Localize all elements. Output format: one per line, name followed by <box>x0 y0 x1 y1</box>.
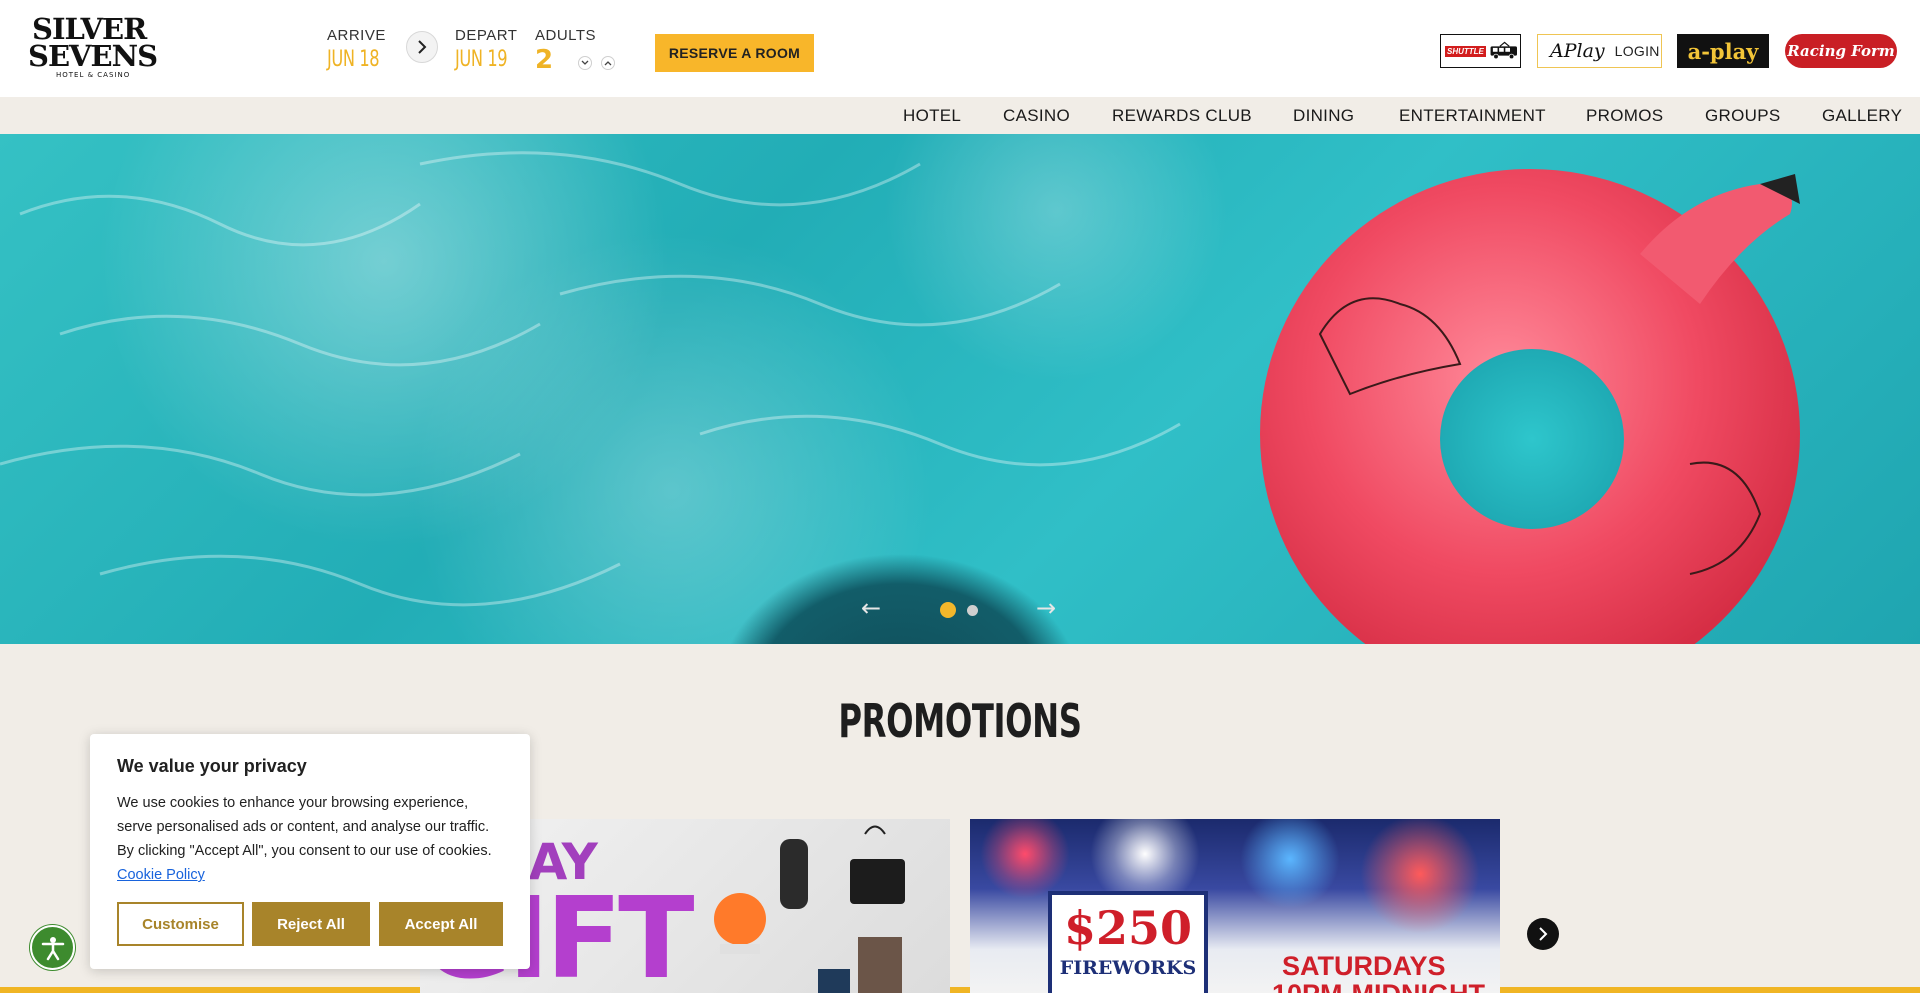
adults-label: ADULTS <box>535 27 597 44</box>
cookie-title: We value your privacy <box>117 756 307 776</box>
cookie-body: We use cookies to enhance your browsing … <box>117 791 507 887</box>
accessibility-button[interactable] <box>30 925 75 970</box>
nav-groups[interactable]: GROUPS <box>1705 106 1780 126</box>
fireworks-price-panel: $250 FIREWORKS <box>1048 891 1208 993</box>
reserve-room-button[interactable]: RESERVE A ROOM <box>655 34 814 72</box>
depart-date[interactable]: JUN 19 <box>455 47 508 72</box>
nav-dining[interactable]: DINING <box>1293 106 1354 126</box>
promo-card-fireworks[interactable]: $250 FIREWORKS SATURDAYS 10PM-MIDNIGHT <box>970 819 1500 993</box>
nav-gallery[interactable]: GALLERY <box>1822 106 1902 126</box>
racing-form-logo: Racing Form <box>1787 42 1895 60</box>
depart-label: DEPART <box>455 27 518 44</box>
hero-prev-button[interactable]: ← <box>861 594 881 622</box>
site-header: SILVER SEVENS HOTEL & CASINO ARRIVE JUN … <box>0 0 1920 97</box>
promo-price: $250 <box>1063 901 1193 955</box>
racing-form-link[interactable]: Racing Form <box>1785 34 1897 68</box>
promo-next-button[interactable] <box>1527 918 1559 950</box>
arrow-right-icon: → <box>1036 594 1057 622</box>
hero-flamingo-float-image <box>0 151 1800 644</box>
shuttle-bus-icon <box>1490 41 1517 60</box>
arrive-label: ARRIVE <box>327 27 386 44</box>
firework-burst <box>1360 819 1480 934</box>
firework-burst <box>1240 819 1340 909</box>
cookie-body-text: We use cookies to enhance your browsing … <box>117 795 492 859</box>
cookie-customise-button[interactable]: Customise <box>117 902 244 946</box>
promo-band-divider <box>0 987 1920 993</box>
nav-hotel[interactable]: HOTEL <box>903 106 961 126</box>
promo-time: 10PM-MIDNIGHT <box>1272 979 1485 993</box>
date-next-button[interactable] <box>406 31 438 63</box>
cookie-consent-banner: We value your privacy We use cookies to … <box>90 734 530 969</box>
aplay-online-link[interactable]: a-play <box>1677 34 1769 68</box>
adults-count: 2 <box>535 45 554 75</box>
aplay-online-logo: a-play <box>1687 38 1759 64</box>
adults-increase-button[interactable] <box>601 56 615 70</box>
login-label: LOGIN <box>1614 43 1660 59</box>
hero-carousel: ← → <box>0 134 1920 644</box>
arrive-date[interactable]: JUN 18 <box>327 47 380 72</box>
chevron-right-icon <box>1539 927 1548 941</box>
nav-casino[interactable]: CASINO <box>1003 106 1070 126</box>
firework-burst <box>980 819 1070 899</box>
shuttle-link[interactable]: SHUTTLE <box>1440 34 1521 68</box>
cookie-accept-button[interactable]: Accept All <box>379 902 503 946</box>
shuttle-tag: SHUTTLE <box>1445 45 1486 57</box>
chevron-up-icon <box>604 61 612 66</box>
hero-dot-1[interactable] <box>940 602 956 618</box>
hero-next-button[interactable]: → <box>1036 594 1056 622</box>
cookie-policy-link[interactable]: Cookie Policy <box>117 867 205 883</box>
aplay-club-logo: APlay <box>1550 40 1605 62</box>
accessibility-icon <box>41 936 64 960</box>
logo-tagline: HOTEL & CASINO <box>56 71 131 79</box>
cookie-reject-button[interactable]: Reject All <box>252 902 370 946</box>
silver-sevens-logo[interactable]: SILVER SEVENS HOTEL & CASINO <box>28 14 158 80</box>
main-nav: HOTEL CASINO REWARDS CLUB DINING ENTERTA… <box>0 97 1920 134</box>
arrow-left-icon: ← <box>861 594 882 622</box>
nav-entertainment[interactable]: ENTERTAINMENT <box>1399 106 1546 126</box>
chevron-right-icon <box>418 40 427 54</box>
promo-name: FIREWORKS <box>1059 957 1197 979</box>
nav-promos[interactable]: PROMOS <box>1586 106 1663 126</box>
aplay-login-button[interactable]: APlay LOGIN <box>1537 34 1662 68</box>
logo-line-2: SEVENS <box>28 39 158 73</box>
adults-decrease-button[interactable] <box>578 56 592 70</box>
nav-rewards-club[interactable]: REWARDS CLUB <box>1112 106 1252 126</box>
promo-day: SATURDAYS <box>1282 951 1446 981</box>
hero-dot-2[interactable] <box>967 605 978 616</box>
gift-items-image <box>714 825 905 993</box>
chevron-down-icon <box>581 60 589 65</box>
